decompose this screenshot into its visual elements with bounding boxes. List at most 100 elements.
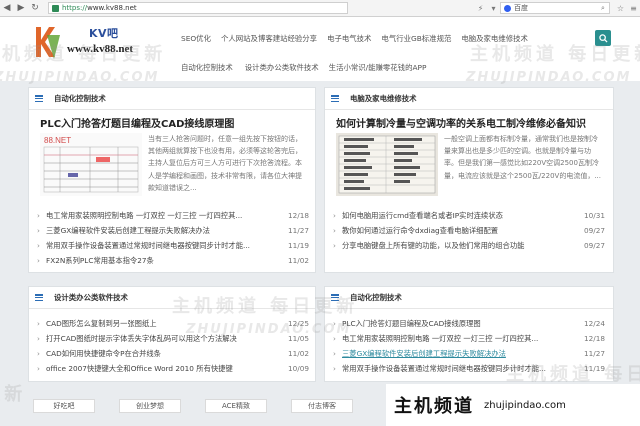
featured-article-title[interactable]: PLC入门抢答灯题目编程及CAD接线原理图 <box>40 115 234 130</box>
friend-links: 好吃吧 创业梦想 ACE精致 付志博客 <box>33 399 377 413</box>
search-icon <box>598 33 608 43</box>
panel-header: 自动化控制技术 <box>29 88 315 110</box>
panel-title[interactable]: 自动化控制技术 <box>54 93 106 104</box>
list-item-title[interactable]: 教你如何通过运行命令dxdiag查看电脑详细配置 <box>342 226 571 236</box>
list-item-title[interactable]: PLC入门抢答灯题目编程及CAD接线原理图 <box>342 319 571 329</box>
bullet-icon: › <box>333 241 336 250</box>
list-item[interactable]: › 电工常用家装照明控制电路 一灯双控 一灯三控 一灯四控其... 12/18 <box>333 331 605 346</box>
friend-link[interactable]: 付志博客 <box>291 399 353 413</box>
list-item-title[interactable]: FX2N系列PLC常用基本指令27条 <box>46 256 275 266</box>
list-item-title-hovered[interactable]: 三菱GX编程软件安装后创建工程提示失败解决办法 <box>342 349 571 359</box>
list-item-title[interactable]: CAD图形怎么复制到另一张图纸上 <box>46 319 275 329</box>
dropdown-icon[interactable]: ▾ <box>487 2 500 15</box>
list-item-date: 12/24 <box>583 319 605 328</box>
nav-item-gb-standards[interactable]: 电气行业GB标准规范 <box>381 33 451 44</box>
list-item-title[interactable]: office 2007快捷键大全和Office Word 2010 所有快捷键 <box>46 364 275 374</box>
list-item[interactable]: › 教你如何通过运行命令dxdiag查看电脑详细配置 09/27 <box>333 223 605 238</box>
nav-item-life-tips[interactable]: 生活小常识/能赚零花钱的APP <box>329 62 427 73</box>
article-list: › PLC入门抢答灯题目编程及CAD接线原理图 12/24 › 电工常用家装照明… <box>333 316 605 376</box>
article-list: › CAD图形怎么复制到另一张图纸上 12/25 › 打开CAD图纸时提示字体丢… <box>37 316 309 376</box>
watermark-text: 主机频道 每日更新 <box>0 384 27 405</box>
list-item[interactable]: › 如何电脑用运行cmd查看端名或者IP实时连续状态 10/31 <box>333 208 605 223</box>
list-item-title[interactable]: 三菱GX编程软件安装后创建工程提示失败解决办法 <box>46 226 275 236</box>
menu-icon[interactable]: ≡ <box>627 2 640 15</box>
list-item-title[interactable]: 常用双手操作设备装置通过常规时间继电器按键同步计时才能... <box>342 364 571 374</box>
list-item[interactable]: › PLC入门抢答灯题目编程及CAD接线原理图 12/24 <box>333 316 605 331</box>
forward-icon[interactable]: ▶ <box>14 1 28 15</box>
list-item-date: 12/25 <box>287 319 309 328</box>
nav-item-electrical[interactable]: 电子电气技术 <box>327 33 371 44</box>
list-item-date: 11/05 <box>287 334 309 343</box>
list-item-date: 10/31 <box>583 211 605 220</box>
nav-item-seo[interactable]: SEO优化 <box>181 33 211 44</box>
back-icon[interactable]: ◀ <box>0 1 14 15</box>
bullet-icon: › <box>333 349 336 358</box>
search-icon[interactable]: ⌕ <box>597 4 609 13</box>
address-bar[interactable]: https:// www.kv88.net <box>48 2 348 14</box>
list-item[interactable]: › 三菱GX编程软件安装后创建工程提示失败解决办法 11/27 <box>333 346 605 361</box>
bullet-icon: › <box>333 211 336 220</box>
aircon-spec-image <box>336 133 438 196</box>
list-item[interactable]: › 分享电脑键盘上所有键的功能，以及他们常用的组合功能 09/27 <box>333 238 605 253</box>
list-item-title[interactable]: 打开CAD图纸时提示字体丢失字体乱码可以用这个方法解决 <box>46 334 275 344</box>
main-nav: SEO优化 个人网站及博客建站经验分享 电子电气技术 电气行业GB标准规范 电脑… <box>181 33 581 73</box>
nav-item-automation[interactable]: 自动化控制技术 <box>181 62 233 73</box>
reload-icon[interactable]: ↻ <box>28 1 42 15</box>
list-item-date: 12/18 <box>287 211 309 220</box>
nav-item-design-software[interactable]: 设计类办公类软件技术 <box>245 62 319 73</box>
featured-summary: 一般空调上面都有标制冷量，通常我们也是按制冷量来算出也是多少匹的空调。也就是制冷… <box>444 135 601 180</box>
article-list: › 电工常用家装照明控制电路 一灯双控 一灯三控 一灯四控其... 12/18 … <box>37 208 309 268</box>
list-item-title[interactable]: 电工常用家装照明控制电路 一灯双控 一灯三控 一灯四控其... <box>342 334 571 344</box>
list-icon <box>35 95 43 102</box>
panel-automation-2: 自动化控制技术 › PLC入门抢答灯题目编程及CAD接线原理图 12/24 › … <box>324 286 614 382</box>
nav-item-blog[interactable]: 个人网站及博客建站经验分享 <box>221 33 317 44</box>
list-item-title[interactable]: CAD如何用快捷键命令P在合并线条 <box>46 349 275 359</box>
featured-article-title[interactable]: 如何计算制冷量与空调功率的关系电工制冷维修必备知识 <box>336 115 586 130</box>
panel-title[interactable]: 电脑及家电维修技术 <box>350 93 417 104</box>
site-search-button[interactable] <box>595 30 611 46</box>
panel-header: 设计类办公类软件技术 <box>29 287 315 309</box>
bullet-icon: › <box>333 334 336 343</box>
list-item[interactable]: › 电工常用家装照明控制电路 一灯双控 一灯三控 一灯四控其... 12/18 <box>37 208 309 223</box>
bullet-icon: › <box>37 334 40 343</box>
list-item-date: 09/27 <box>583 241 605 250</box>
lock-icon <box>52 4 59 12</box>
url-scheme: https:// <box>62 4 88 12</box>
watermark-brand-text: 主机频道 <box>394 396 474 417</box>
list-item-date: 11/27 <box>583 349 605 358</box>
bullet-icon: › <box>37 211 40 220</box>
list-item-date: 11/19 <box>583 364 605 373</box>
panel-title[interactable]: 自动化控制技术 <box>350 292 402 303</box>
panel-repair: 电脑及家电维修技术 如何计算制冷量与空调功率的关系电工制冷维修必备知识 一般空调… <box>324 87 614 273</box>
list-item[interactable]: › 三菱GX编程软件安装后创建工程提示失败解决办法 11/27 <box>37 223 309 238</box>
nav-item-repair[interactable]: 电脑及家电维修技术 <box>461 33 528 44</box>
list-item[interactable]: › CAD图形怎么复制到另一张图纸上 12/25 <box>37 316 309 331</box>
browser-search-input[interactable]: 百度 ⌕ <box>500 2 610 14</box>
site-logo[interactable]: KV吧 www.kv88.net <box>33 23 175 63</box>
panel-design-software: 设计类办公类软件技术 › CAD图形怎么复制到另一张图纸上 12/25 › 打开… <box>28 286 316 382</box>
friend-link[interactable]: ACE精致 <box>205 399 267 413</box>
list-item-title[interactable]: 分享电脑键盘上所有键的功能，以及他们常用的组合功能 <box>342 241 571 251</box>
plc-diagram-image: 88.NET <box>40 133 142 196</box>
list-item[interactable]: › 常用双手操作设备装置通过常规时间继电器按键同步计时才能... 11/19 <box>333 361 605 376</box>
list-item-title[interactable]: 如何电脑用运行cmd查看端名或者IP实时连续状态 <box>342 211 571 221</box>
bullet-icon: › <box>37 319 40 328</box>
list-item-date: 09/27 <box>583 226 605 235</box>
featured-thumbnail[interactable] <box>336 133 438 196</box>
star-icon[interactable]: ☆ <box>614 2 627 15</box>
logo-mark-icon <box>36 27 60 59</box>
friend-link[interactable]: 好吃吧 <box>33 399 95 413</box>
list-item[interactable]: › 打开CAD图纸时提示字体丢失字体乱码可以用这个方法解决 11/05 <box>37 331 309 346</box>
list-item[interactable]: › CAD如何用快捷键命令P在合并线条 11/02 <box>37 346 309 361</box>
list-item-title[interactable]: 常用双手操作设备装置通过常规时间继电器按键同步计时才能... <box>46 241 275 251</box>
list-item[interactable]: › 常用双手操作设备装置通过常规时间继电器按键同步计时才能... 11/19 <box>37 238 309 253</box>
list-item[interactable]: › office 2007快捷键大全和Office Word 2010 所有快捷… <box>37 361 309 376</box>
featured-summary: 当有三人抢答问题时，任意一组先按下按钮的话，其他两组就算按下也没有用，必须等这轮… <box>148 135 302 192</box>
bullet-icon: › <box>37 349 40 358</box>
lightning-icon[interactable]: ⚡ <box>474 2 487 15</box>
panel-title[interactable]: 设计类办公类软件技术 <box>54 292 128 303</box>
list-item[interactable]: › FX2N系列PLC常用基本指令27条 11/02 <box>37 253 309 268</box>
friend-link[interactable]: 创业梦想 <box>119 399 181 413</box>
featured-thumbnail[interactable]: 88.NET <box>40 133 142 196</box>
list-item-title[interactable]: 电工常用家装照明控制电路 一灯双控 一灯三控 一灯四控其... <box>46 211 275 221</box>
